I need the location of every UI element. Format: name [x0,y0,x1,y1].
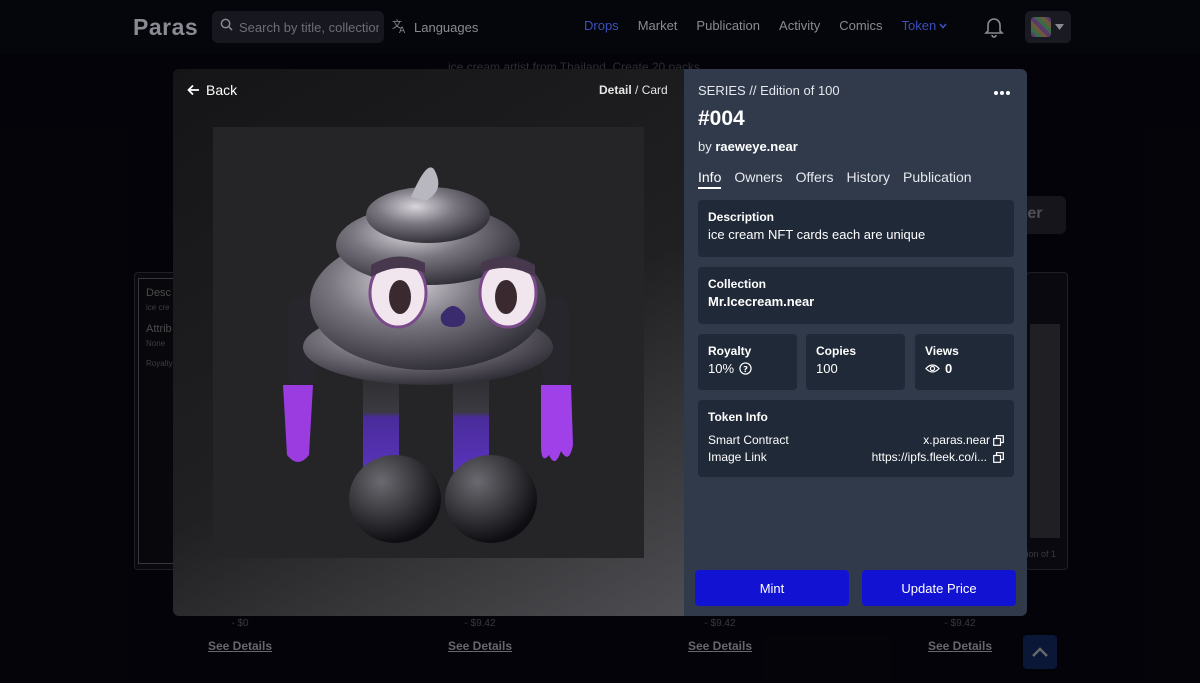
tab-offers[interactable]: Offers [796,169,834,189]
views-box: Views 0 [915,334,1014,390]
nft-artwork [213,127,644,558]
views-value: 0 [945,361,953,376]
avatar [1031,17,1051,37]
languages-menu[interactable]: 文A Languages [392,18,478,37]
copies-value: 100 [816,361,838,376]
image-link-value[interactable]: https://ipfs.fleek.co/i... [872,450,987,464]
royalty-label: Royalty [708,344,752,358]
search-input[interactable] [239,19,379,35]
image-link-row: Image Link https://ipfs.fleek.co/i... [708,450,1004,464]
series-edition: SERIES // Edition of 100 [698,83,840,98]
nav-drops[interactable]: Drops [584,18,619,33]
svg-text:?: ? [743,364,748,374]
collection-box: Collection Mr.Icecream.near [698,267,1014,324]
svg-text:A: A [399,26,406,34]
token-detail-modal: Back Detail / Card SERIES // Edition of … [173,69,1027,616]
by-prefix: by [698,139,712,154]
languages-label: Languages [414,20,479,35]
view-separator: / [635,83,642,97]
chevron-down-icon [939,22,947,29]
copy-icon[interactable] [993,451,1004,463]
help-icon[interactable]: ? [739,362,752,375]
info-pane: SERIES // Edition of 100 #004 by raeweye… [684,69,1027,616]
creator-byline: by raeweye.near [698,139,798,154]
view-detail-option[interactable]: Detail [599,83,632,97]
views-value-row: 0 [925,361,1004,376]
translate-icon: 文A [392,18,408,37]
search-icon [220,18,233,36]
royalty-value-row: 10% ? [708,361,787,376]
info-tabs: Info Owners Offers History Publication [698,169,972,189]
collection-link[interactable]: Mr.Icecream.near [708,294,1004,309]
copy-icon[interactable] [993,434,1004,446]
royalty-value: 10% [708,361,735,376]
mint-button[interactable]: Mint [695,570,849,606]
navbar: Paras 文A Languages Drops Market Publicat… [0,0,1200,54]
artwork-pane: Back Detail / Card [173,69,684,616]
description-box: Description ice cream NFT cards each are… [698,200,1014,257]
royalty-box: Royalty 10% ? [698,334,797,390]
nav-comics[interactable]: Comics [839,18,882,33]
tab-info[interactable]: Info [698,169,722,189]
token-info-label: Token Info [708,410,768,424]
views-label: Views [925,344,959,358]
nav-activity[interactable]: Activity [779,18,820,33]
smart-contract-value-group: x.paras.near [923,433,1004,447]
smart-contract-row: Smart Contract x.paras.near [708,433,1004,447]
copies-label: Copies [816,344,857,358]
smart-contract-label: Smart Contract [708,433,789,447]
creator-link[interactable]: raeweye.near [715,139,797,154]
back-label: Back [206,82,238,98]
back-button[interactable]: Back [187,82,237,98]
caret-down-icon [1055,24,1064,30]
nav-token-label: Token [901,18,937,33]
nav-market[interactable]: Market [638,18,678,33]
nav-token[interactable]: Token [902,18,949,33]
profile-menu[interactable] [1025,11,1071,43]
nav-links: Drops Market Publication Activity Comics… [584,18,948,33]
more-options-icon[interactable] [993,83,1011,101]
arrow-left-icon [187,84,199,96]
collection-label: Collection [708,277,767,291]
nav-publication[interactable]: Publication [696,18,760,33]
update-price-button[interactable]: Update Price [862,570,1016,606]
description-text: ice cream NFT cards each are unique [708,227,926,242]
paras-logo[interactable]: Paras [133,14,198,41]
notification-bell-icon[interactable] [984,16,1004,43]
token-title: #004 [698,107,745,130]
search-bar[interactable] [212,11,384,43]
description-label: Description [708,210,775,224]
smart-contract-value: x.paras.near [923,433,990,447]
image-link-label: Image Link [708,450,767,464]
view-card-option[interactable]: Card [642,83,668,97]
token-info-box: Token Info Smart Contract x.paras.near I… [698,400,1014,477]
image-link-value-group: https://ipfs.fleek.co/i... [872,450,1004,464]
tab-owners[interactable]: Owners [734,169,782,189]
copies-box: Copies 100 [806,334,905,390]
tab-history[interactable]: History [846,169,890,189]
tab-publication[interactable]: Publication [903,169,972,189]
eye-icon [925,364,940,373]
view-toggle: Detail / Card [599,83,668,97]
